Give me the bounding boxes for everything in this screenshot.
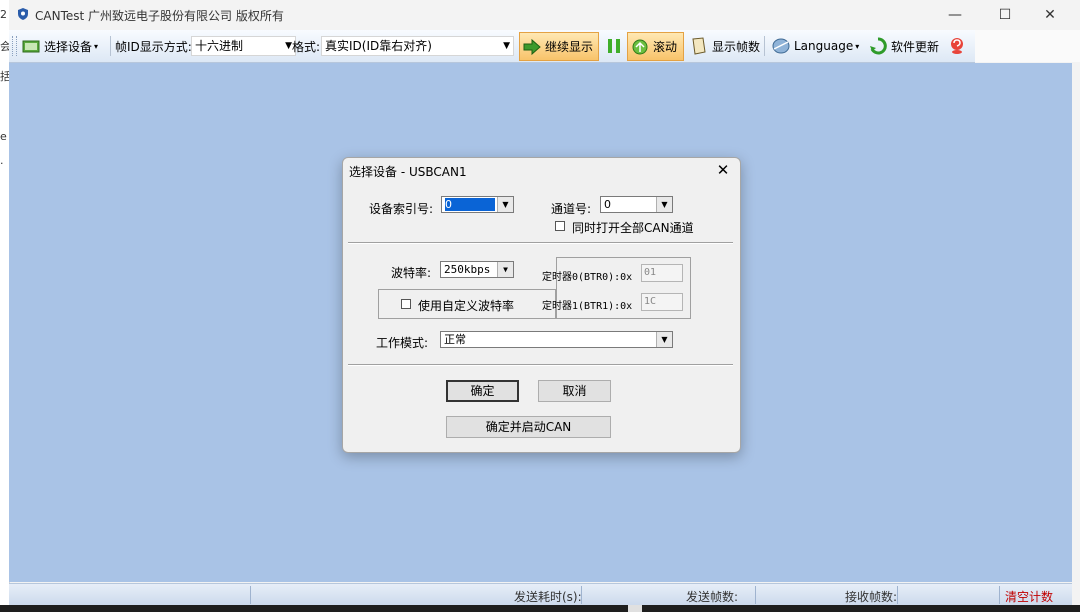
device-index-label: 设备索引号:	[369, 202, 434, 216]
recv-frames-label: 接收帧数:	[845, 590, 898, 604]
device-index-value: 0	[445, 198, 495, 211]
status-divider	[581, 586, 582, 604]
taskbar-gap	[628, 605, 642, 612]
software-update-label: 软件更新	[891, 39, 940, 54]
chevron-down-icon: ▼	[497, 197, 513, 212]
chevron-down-icon: ▼	[497, 262, 513, 277]
status-divider	[999, 586, 1000, 604]
toolbar-separator	[110, 36, 111, 56]
open-all-checkbox[interactable]	[555, 221, 565, 231]
format-label: 格式:	[292, 39, 321, 54]
window-title: CANTest 广州致远电子股份有限公司 版权所有	[35, 9, 284, 23]
language-button[interactable]: Language ▾	[769, 30, 862, 62]
arrow-right-icon	[523, 38, 541, 55]
device-index-select[interactable]: 0 ▼	[441, 196, 514, 213]
show-frame-count-button[interactable]: 显示帧数	[687, 30, 763, 62]
frame-id-mode-label: 帧ID显示方式:	[115, 39, 192, 54]
status-bar: 发送耗时(s): 发送帧数: 接收帧数: 清空计数	[9, 583, 1072, 606]
book-icon	[692, 37, 706, 55]
pause-icon	[608, 39, 620, 53]
baud-value: 250kbps	[444, 263, 491, 276]
ok-button[interactable]: 确定	[446, 380, 519, 402]
minimize-button[interactable]: —	[932, 0, 978, 30]
edge-char: e	[0, 130, 7, 143]
frame-id-mode-value: 十六进制	[195, 39, 244, 53]
channel-label: 通道号:	[551, 202, 592, 216]
refresh-icon	[870, 37, 887, 55]
status-divider	[755, 586, 756, 604]
pause-button[interactable]	[602, 30, 630, 62]
frame-id-mode-select[interactable]: 十六进制 ▼	[191, 36, 296, 56]
select-device-button[interactable]: 选择设备 ▾	[19, 30, 101, 62]
custom-baud-checkbox[interactable]	[401, 299, 411, 309]
ok-start-can-button[interactable]: 确定并启动CAN	[446, 416, 611, 438]
format-select[interactable]: 真实ID(ID靠右对齐) ▼	[321, 36, 514, 56]
device-icon	[22, 40, 40, 53]
maximize-button[interactable]: ☐	[982, 0, 1028, 30]
select-device-dialog: 选择设备 - USBCAN1 ✕ 设备索引号: 0 ▼ 通道号: 0 ▼ 同时打…	[342, 157, 741, 453]
app-icon	[18, 8, 28, 20]
channel-value: 0	[604, 198, 611, 211]
status-divider	[897, 586, 898, 604]
mode-value: 正常	[444, 333, 466, 346]
chevron-down-icon: ▾	[94, 41, 99, 51]
toolbar: 选择设备 ▾ 帧ID显示方式: 十六进制 ▼ 格式: 真实ID(ID靠右对齐) …	[9, 30, 975, 63]
status-divider	[250, 586, 251, 604]
chevron-down-icon: ▾	[855, 41, 860, 51]
mode-label: 工作模式:	[376, 336, 429, 350]
chevron-down-icon: ▼	[656, 197, 672, 212]
send-frames-label: 发送帧数:	[686, 590, 739, 604]
taskbar-edge	[0, 605, 1080, 612]
close-button[interactable]: ✕	[1027, 0, 1073, 30]
chevron-down-icon: ▼	[503, 41, 510, 51]
globe-icon	[772, 38, 790, 54]
baud-label: 波特率:	[391, 266, 432, 280]
edge-char: 2	[0, 8, 7, 21]
divider-line	[348, 242, 733, 244]
timer0-input[interactable]: 01	[641, 264, 683, 282]
select-device-label: 选择设备	[44, 39, 93, 54]
timer0-label: 定时器0(BTR0):0x	[542, 272, 633, 283]
open-all-label: 同时打开全部CAN通道	[572, 221, 694, 235]
dialog-close-button[interactable]: ✕	[706, 158, 740, 182]
toolbar-separator	[764, 36, 765, 56]
timer1-input[interactable]: 1C	[641, 293, 683, 311]
title-bar: CANTest 广州致远电子股份有限公司 版权所有 — ☐ ✕	[9, 0, 1080, 30]
dialog-title: 选择设备 - USBCAN1	[349, 165, 467, 179]
chevron-down-icon: ▼	[285, 41, 292, 51]
cancel-button[interactable]: 取消	[538, 380, 611, 402]
continue-display-label: 继续显示	[545, 40, 594, 54]
chevron-down-icon: ▼	[656, 332, 672, 347]
format-value: 真实ID(ID靠右对齐)	[325, 39, 432, 53]
edge-char: .	[0, 154, 4, 167]
toolbar-empty-area	[975, 30, 1080, 62]
channel-select[interactable]: 0 ▼	[600, 196, 673, 213]
continue-display-button[interactable]: 继续显示	[519, 32, 599, 61]
show-frame-count-label: 显示帧数	[712, 39, 761, 54]
toolbar-grip	[12, 36, 17, 56]
mode-select[interactable]: 正常 ▼	[440, 331, 673, 348]
software-update-button[interactable]: 软件更新	[866, 30, 942, 62]
timer1-label: 定时器1(BTR1):0x	[542, 301, 633, 312]
send-time-label: 发送耗时(s):	[514, 590, 582, 604]
scroll-button[interactable]: 滚动	[627, 32, 684, 61]
scroll-icon	[632, 39, 648, 54]
baud-select[interactable]: 250kbps ▼	[440, 261, 514, 278]
clear-count-button[interactable]: 清空计数	[1005, 588, 1053, 605]
help-icon	[951, 38, 963, 54]
help-button[interactable]	[945, 30, 973, 62]
custom-baud-label: 使用自定义波特率	[418, 299, 515, 313]
divider-line	[348, 364, 733, 366]
language-label: Language	[794, 39, 854, 53]
scroll-label: 滚动	[653, 40, 678, 54]
